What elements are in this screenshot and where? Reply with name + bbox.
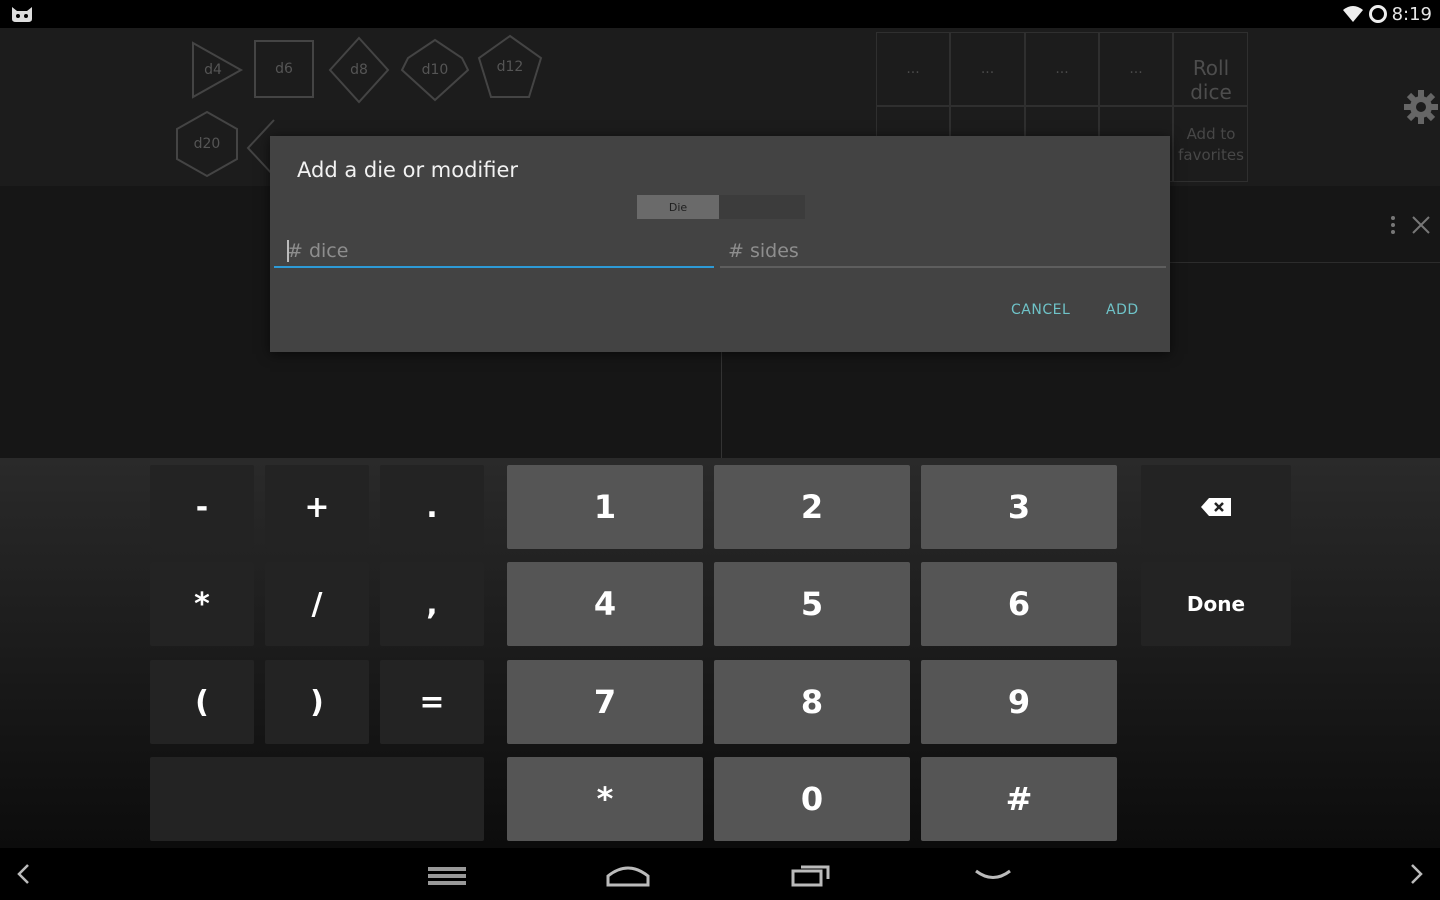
favorite-slot[interactable]: ... [1099, 32, 1173, 106]
navigation-bar [0, 848, 1440, 900]
pane-divider [721, 350, 722, 458]
close-icon[interactable] [1410, 214, 1432, 236]
backspace-icon [1201, 498, 1231, 516]
key-star[interactable]: * [507, 757, 703, 841]
key-comma[interactable]: , [380, 562, 484, 646]
pane-separator [1170, 262, 1440, 263]
chevron-left-icon[interactable] [14, 862, 32, 886]
key-right-paren[interactable]: ) [265, 660, 369, 744]
tab-die[interactable]: Die [637, 195, 719, 219]
die-d12-button[interactable]: d12 [476, 34, 544, 100]
key-equals[interactable]: = [380, 660, 484, 744]
tab-modifier[interactable] [719, 195, 805, 219]
die-modifier-toggle[interactable]: Die [637, 195, 805, 219]
text-cursor [287, 240, 289, 262]
overflow-menu-icon[interactable] [1388, 214, 1398, 236]
hide-keyboard-icon[interactable] [972, 866, 1014, 884]
sides-input[interactable] [720, 228, 1166, 268]
key-1[interactable]: 1 [507, 465, 703, 549]
menu-icon[interactable] [426, 864, 468, 888]
die-d4-button[interactable]: d4 [190, 40, 244, 100]
die-d20-button[interactable]: d20 [174, 110, 240, 178]
key-4[interactable]: 4 [507, 562, 703, 646]
add-to-favorites-button[interactable]: Add to favorites [1172, 124, 1250, 166]
key-5[interactable]: 5 [714, 562, 910, 646]
key-slash[interactable]: / [265, 562, 369, 646]
dialog-title: Add a die or modifier [297, 158, 519, 182]
home-icon[interactable] [605, 862, 651, 888]
favorite-slot[interactable]: ... [950, 32, 1025, 106]
done-key[interactable]: Done [1141, 562, 1291, 646]
key-8[interactable]: 8 [714, 660, 910, 744]
cancel-button[interactable]: CANCEL [1011, 302, 1070, 318]
key-3[interactable]: 3 [921, 465, 1117, 549]
dice-count-input[interactable] [274, 228, 714, 268]
favorite-slot[interactable]: ... [1025, 32, 1099, 106]
sync-icon [1368, 5, 1387, 23]
status-bar: 8:19 [0, 0, 1440, 28]
key-hash[interactable]: # [921, 757, 1117, 841]
favorite-slot[interactable]: ... [876, 32, 950, 106]
key-7[interactable]: 7 [507, 660, 703, 744]
key-asterisk[interactable]: * [150, 562, 254, 646]
cat-icon [12, 7, 32, 22]
die-d6-button[interactable]: d6 [254, 40, 314, 98]
key-9[interactable]: 9 [921, 660, 1117, 744]
key-6[interactable]: 6 [921, 562, 1117, 646]
status-time: 8:19 [1391, 3, 1432, 25]
roll-dice-button[interactable]: Roll dice [1172, 56, 1250, 104]
key-left-paren[interactable]: ( [150, 660, 254, 744]
backspace-key[interactable] [1141, 465, 1291, 549]
key-0[interactable]: 0 [714, 757, 910, 841]
key-plus[interactable]: + [265, 465, 369, 549]
key-space[interactable] [150, 757, 484, 841]
key-2[interactable]: 2 [714, 465, 910, 549]
die-d8-button[interactable]: d8 [328, 36, 390, 104]
add-die-dialog: Add a die or modifier Die CANCEL ADD [270, 136, 1170, 352]
gear-icon[interactable] [1402, 88, 1440, 126]
wifi-icon [1342, 6, 1363, 22]
die-d10-button[interactable]: d10 [400, 38, 470, 102]
add-button[interactable]: ADD [1106, 302, 1139, 318]
chevron-right-icon[interactable] [1408, 862, 1426, 886]
status-icons: 8:19 [1342, 3, 1432, 25]
key-dot[interactable]: . [380, 465, 484, 549]
key-minus[interactable]: - [150, 465, 254, 549]
recents-icon[interactable] [790, 862, 832, 888]
